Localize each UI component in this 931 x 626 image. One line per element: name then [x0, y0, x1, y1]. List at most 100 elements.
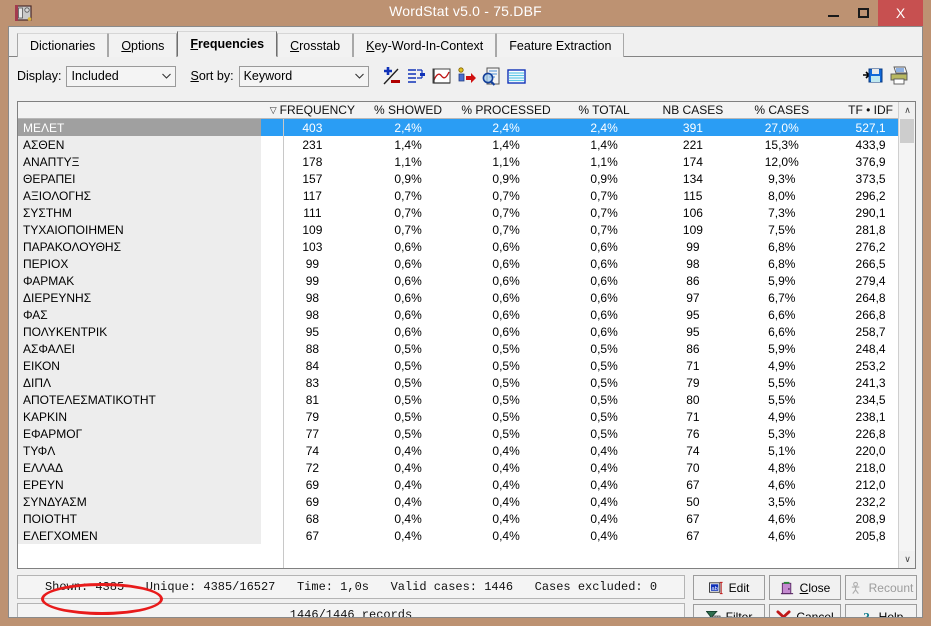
cell-pct-cases: 4,9%	[768, 358, 796, 373]
cell-nb-cases: 67	[686, 511, 700, 526]
column-header-nb-cases[interactable]: NB CASES	[648, 102, 737, 118]
cancel-button[interactable]: Cancel	[769, 604, 841, 617]
cell-pct-processed: 0,5%	[492, 392, 520, 407]
cell-pct-processed: 0,5%	[492, 341, 520, 356]
cell-pct-showed: 0,7%	[394, 222, 422, 237]
vertical-scrollbar[interactable]: ∧ ∨	[898, 102, 915, 568]
cell-pct-processed: 0,6%	[492, 256, 520, 271]
column-header-frequency[interactable]: ▽ FREQUENCY	[261, 102, 364, 118]
print-icon[interactable]	[887, 63, 912, 88]
table-row[interactable]: ΣΥΝΔΥΑΣΜ 69 0,4% 0,4% 0,4% 50 3,5% 232,2	[18, 493, 915, 510]
scroll-down-icon[interactable]: ∨	[899, 551, 915, 568]
cell-pct-cases: 6,8%	[768, 239, 796, 254]
table-row[interactable]: ΦΑΡΜΑΚ 99 0,6% 0,6% 0,6% 86 5,9% 279,4	[18, 272, 915, 289]
table-row[interactable]: ΔΙΠΛ 83 0,5% 0,5% 0,5% 79 5,5% 241,3	[18, 374, 915, 391]
include-exclude-icon[interactable]	[379, 64, 404, 89]
cell-pct-cases: 6,6%	[768, 307, 796, 322]
tab-key-word-in-context[interactable]: Key-Word-In-Context	[353, 33, 497, 57]
edit-ab-icon: ab	[708, 581, 724, 595]
cell-keyword: ΕΙΚΟΝ	[18, 357, 262, 374]
close-button[interactable]: Close	[769, 575, 841, 600]
cell-pct-processed: 0,6%	[492, 307, 520, 322]
cell-pct-processed: 1,1%	[492, 154, 520, 169]
frequencies-grid[interactable]: ▽ FREQUENCY % SHOWED % PROCESSED % TOTAL NB C…	[17, 101, 916, 569]
chart-icon[interactable]	[429, 64, 454, 89]
cell-pct-total: 0,4%	[590, 511, 618, 526]
cell-frequency: 68	[305, 511, 320, 526]
close-button[interactable]: X	[878, 0, 923, 26]
tab-dictionaries[interactable]: Dictionaries	[17, 33, 109, 57]
help-button[interactable]: ? Help	[845, 604, 917, 617]
column-header-pct-processed[interactable]: % PROCESSED	[452, 102, 559, 118]
table-row[interactable]: ΕΛΕΓΧΟΜΕΝ 67 0,4% 0,4% 0,4% 67 4,6% 205,8	[18, 527, 915, 544]
table-row[interactable]: ΠΑΡΑΚΟΛΟΥΘΗΣ 103 0,6% 0,6% 0,6% 99 6,8% 276,2	[18, 238, 915, 255]
toolbar: Display: Included Sort by: Keyword	[9, 57, 922, 95]
grid-body[interactable]: ΜΕΛΕΤ 403 2,4% 2,4% 2,4% 391 27,0% 527,1 ΑΣΘΕΝ 23…	[18, 119, 915, 568]
cell-nb-cases: 70	[686, 460, 700, 475]
column-header-pct-cases[interactable]: % CASES	[737, 102, 826, 118]
chevron-down-icon	[351, 67, 368, 86]
column-header-keyword[interactable]	[18, 102, 261, 118]
cell-pct-total: 0,6%	[590, 290, 618, 305]
cell-keyword: ΔΙΠΛ	[18, 374, 262, 391]
grid-header-row[interactable]: ▽ FREQUENCY % SHOWED % PROCESSED % TOTAL NB C…	[18, 102, 915, 119]
hierarchy-icon[interactable]	[404, 64, 429, 89]
cell-frequency: 231	[302, 137, 323, 152]
column-header-pct-total[interactable]: % TOTAL	[560, 102, 649, 118]
cell-keyword: ΑΠΟΤΕΛΕΣΜΑΤΙΚΟΤΗΤ	[18, 391, 262, 408]
table-row[interactable]: ΑΠΟΤΕΛΕΣΜΑΤΙΚΟΤΗΤ 81 0,5% 0,5% 0,5% 80 5,5% 234…	[18, 391, 915, 408]
table-row[interactable]: ΠΟΛΥΚΕΝΤΡΙΚ 95 0,6% 0,6% 0,6% 95 6,6% 258,7	[18, 323, 915, 340]
cell-pct-showed: 0,6%	[394, 290, 422, 305]
filter-button[interactable]: Filter	[693, 604, 765, 617]
table-row[interactable]: ΕΙΚΟΝ 84 0,5% 0,5% 0,5% 71 4,9% 253,2	[18, 357, 915, 374]
funnel-icon	[705, 610, 721, 617]
cell-pct-showed: 0,5%	[394, 341, 422, 356]
table-row[interactable]: ΣΥΣΤΗΜ 111 0,7% 0,7% 0,7% 106 7,3% 290,1	[18, 204, 915, 221]
table-view-icon[interactable]	[504, 64, 529, 89]
table-row[interactable]: ΦΑΣ 98 0,6% 0,6% 0,6% 95 6,6% 266,8	[18, 306, 915, 323]
maximize-button[interactable]	[848, 0, 878, 26]
edit-button[interactable]: ab Edit	[693, 575, 765, 600]
table-row[interactable]: ΑΞΙΟΛΟΓΗΣ 117 0,7% 0,7% 0,7% 115 8,0% 296,2	[18, 187, 915, 204]
scrollbar-track[interactable]	[899, 119, 915, 551]
cell-pct-showed: 0,6%	[394, 239, 422, 254]
cell-pct-total: 0,5%	[590, 358, 618, 373]
table-row[interactable]: ΠΕΡΙΟΧ 99 0,6% 0,6% 0,6% 98 6,8% 266,5	[18, 255, 915, 272]
cell-nb-cases: 95	[686, 307, 700, 322]
cell-frequency: 77	[305, 426, 320, 441]
cell-pct-total: 1,4%	[590, 137, 618, 152]
tab-frequencies[interactable]: Frequencies	[177, 31, 278, 57]
cell-pct-processed: 0,7%	[492, 222, 520, 237]
table-row[interactable]: ΤΥΦΛ 74 0,4% 0,4% 0,4% 74 5,1% 220,0	[18, 442, 915, 459]
table-row[interactable]: ΤΥΧΑΙΟΠΟΙΗΜΕΝ 109 0,7% 0,7% 0,7% 109 7,5% 281,8	[18, 221, 915, 238]
display-dropdown[interactable]: Included	[66, 65, 177, 87]
scrollbar-thumb[interactable]	[900, 119, 914, 143]
sortby-dropdown[interactable]: Keyword	[238, 65, 369, 87]
table-row[interactable]: ΕΛΛΑΔ 72 0,4% 0,4% 0,4% 70 4,8% 218,0	[18, 459, 915, 476]
table-row[interactable]: ΚΑΡΚΙΝ 79 0,5% 0,5% 0,5% 71 4,9% 238,1	[18, 408, 915, 425]
tab-crosstab[interactable]: Crosstab	[277, 33, 354, 57]
search-document-icon[interactable]	[479, 64, 504, 89]
export-cases-icon[interactable]	[454, 64, 479, 89]
table-row[interactable]: ΜΕΛΕΤ 403 2,4% 2,4% 2,4% 391 27,0% 527,1	[18, 119, 915, 136]
table-row[interactable]: ΑΣΦΑΛΕΙ 88 0,5% 0,5% 0,5% 86 5,9% 248,4	[18, 340, 915, 357]
cell-nb-cases: 115	[683, 188, 703, 203]
scroll-up-icon[interactable]: ∧	[899, 102, 915, 119]
table-row[interactable]: ΘΕΡΑΠΕΙ 157 0,9% 0,9% 0,9% 134 9,3% 373,5	[18, 170, 915, 187]
save-icon[interactable]	[860, 63, 885, 88]
table-row[interactable]: ΑΣΘΕΝ 231 1,4% 1,4% 1,4% 221 15,3% 433,9	[18, 136, 915, 153]
table-row[interactable]: ΕΦΑΡΜΟΓ 77 0,5% 0,5% 0,5% 76 5,3% 226,8	[18, 425, 915, 442]
tab-feature-extraction[interactable]: Feature Extraction	[496, 33, 625, 57]
cell-pct-cases: 4,6%	[768, 511, 796, 526]
column-header-pct-showed[interactable]: % SHOWED	[364, 102, 453, 118]
tab-options[interactable]: Options	[108, 33, 178, 57]
table-row[interactable]: ΠΟΙΟΤΗΤ 68 0,4% 0,4% 0,4% 67 4,6% 208,9	[18, 510, 915, 527]
minimize-button[interactable]	[818, 0, 848, 26]
cell-pct-total: 0,6%	[590, 324, 618, 339]
cell-pct-processed: 0,4%	[492, 528, 520, 543]
cell-pct-total: 0,5%	[590, 426, 618, 441]
cell-nb-cases: 174	[682, 154, 703, 169]
table-row[interactable]: ΑΝΑΠΤΥΞ 178 1,1% 1,1% 1,1% 174 12,0% 376,9	[18, 153, 915, 170]
table-row[interactable]: ΔΙΕΡΕΥΝΗΣ 98 0,6% 0,6% 0,6% 97 6,7% 264,8	[18, 289, 915, 306]
table-row[interactable]: ΕΡΕΥΝ 69 0,4% 0,4% 0,4% 67 4,6% 212,0	[18, 476, 915, 493]
